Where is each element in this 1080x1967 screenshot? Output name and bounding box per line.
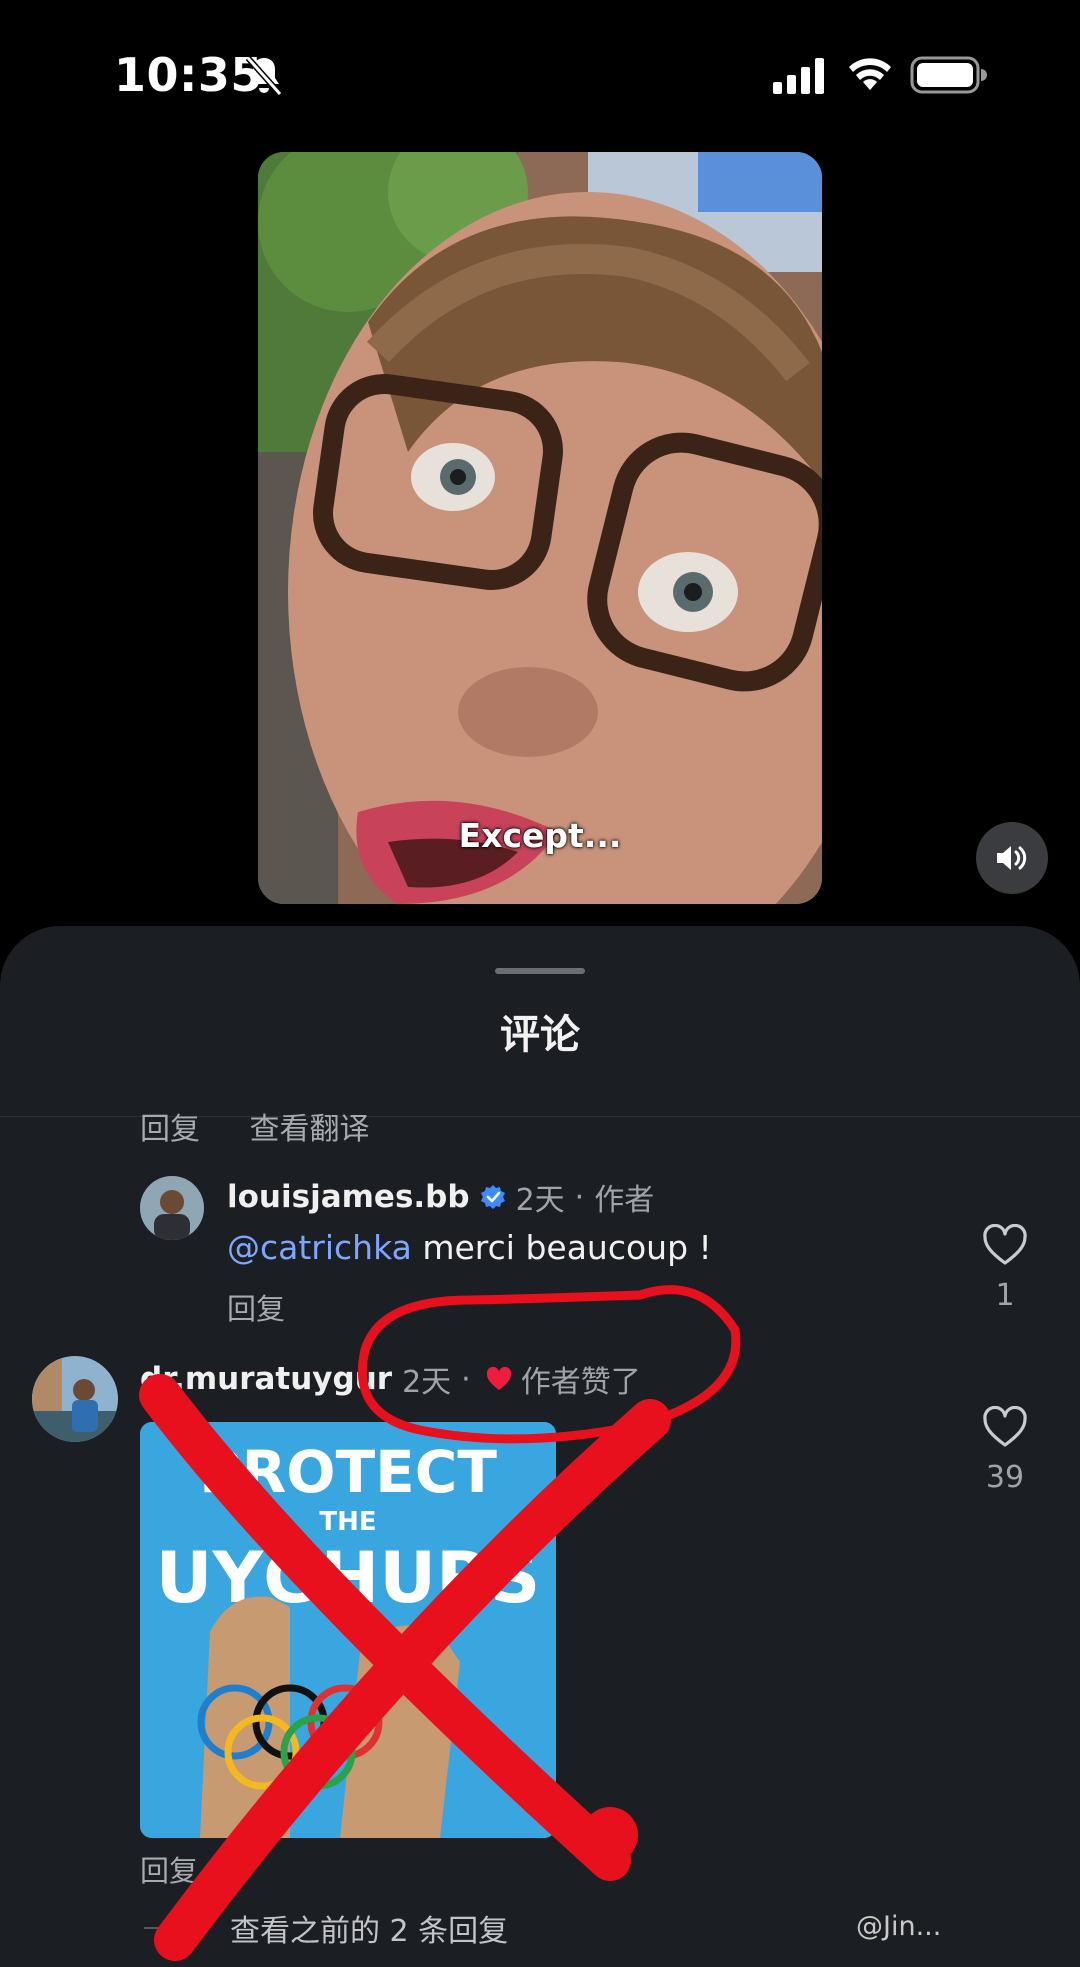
comments-sheet: 评论 回复 查看翻译 louisjames.bb 2天 · 作者 @catric… — [0, 926, 1080, 1967]
divider — [144, 1927, 206, 1929]
author-tag: 作者 — [594, 1183, 655, 1218]
separator-dot: · — [574, 1179, 585, 1215]
sticker-line-3: UYGHURS — [156, 1537, 541, 1619]
sheet-grabber[interactable] — [495, 968, 585, 974]
wifi-icon — [849, 58, 891, 90]
like-count: 39 — [985, 1460, 1025, 1495]
heart-outline-icon — [983, 1405, 1027, 1447]
like-button[interactable]: 39 — [970, 1405, 1040, 1495]
author-liked-tag: 作者赞了 — [520, 1365, 641, 1400]
watermark: @Jin... — [856, 1911, 942, 1942]
view-previous-replies[interactable]: 查看之前的 2 条回复 — [144, 1906, 508, 1950]
comment-header: dr.muratuygur 2天 · 作者赞了 — [140, 1358, 641, 1400]
sticker-line-1: PROTECT — [199, 1438, 497, 1506]
comment-username[interactable]: dr.muratuygur — [140, 1361, 392, 1397]
comment-text: @catrichka merci beaucoup ! — [227, 1228, 712, 1267]
avatar[interactable] — [32, 1356, 118, 1442]
comment-sticker-image[interactable]: PROTECT THE UYGHURS — [140, 1422, 556, 1838]
mute-button[interactable] — [976, 822, 1048, 894]
heart-outline-icon — [983, 1223, 1027, 1265]
video-caption: Except... — [458, 816, 622, 855]
verified-badge-icon — [480, 1185, 505, 1209]
separator-dot: · — [461, 1361, 471, 1397]
mention-link[interactable]: @catrichka — [227, 1228, 412, 1267]
speaker-icon — [997, 846, 1027, 870]
signal-icon — [773, 58, 824, 94]
comment-body: merci beaucoup ! — [411, 1228, 712, 1267]
heart-filled-icon — [486, 1366, 511, 1390]
sticker-line-2: THE — [319, 1507, 376, 1537]
translate-button[interactable]: 查看翻译 — [250, 1112, 370, 1146]
avatar[interactable] — [140, 1176, 204, 1240]
video-frame — [258, 152, 822, 904]
comments-title: 评论 — [500, 1012, 580, 1058]
previous-comment-actions: 回复 查看翻译 — [140, 1112, 410, 1146]
status-bar: 10:35 — [0, 0, 1080, 150]
status-time: 10:35 — [114, 48, 263, 102]
like-button[interactable]: 1 — [970, 1223, 1040, 1313]
video-player[interactable] — [258, 152, 822, 904]
like-count: 1 — [995, 1278, 1015, 1313]
bell-slash-icon — [245, 56, 283, 96]
comment-header: louisjames.bb 2天 · 作者 — [227, 1176, 654, 1218]
comment-time: 2天 — [402, 1365, 452, 1400]
comment-time: 2天 — [515, 1183, 565, 1218]
battery-icon — [910, 56, 987, 94]
reply-button[interactable]: 回复 — [140, 1848, 198, 1890]
reply-button[interactable]: 回复 — [227, 1286, 285, 1328]
comment-username[interactable]: louisjames.bb — [227, 1179, 470, 1215]
view-previous-replies-label: 查看之前的 2 条回复 — [230, 1914, 509, 1949]
reply-button[interactable]: 回复 — [140, 1112, 200, 1146]
